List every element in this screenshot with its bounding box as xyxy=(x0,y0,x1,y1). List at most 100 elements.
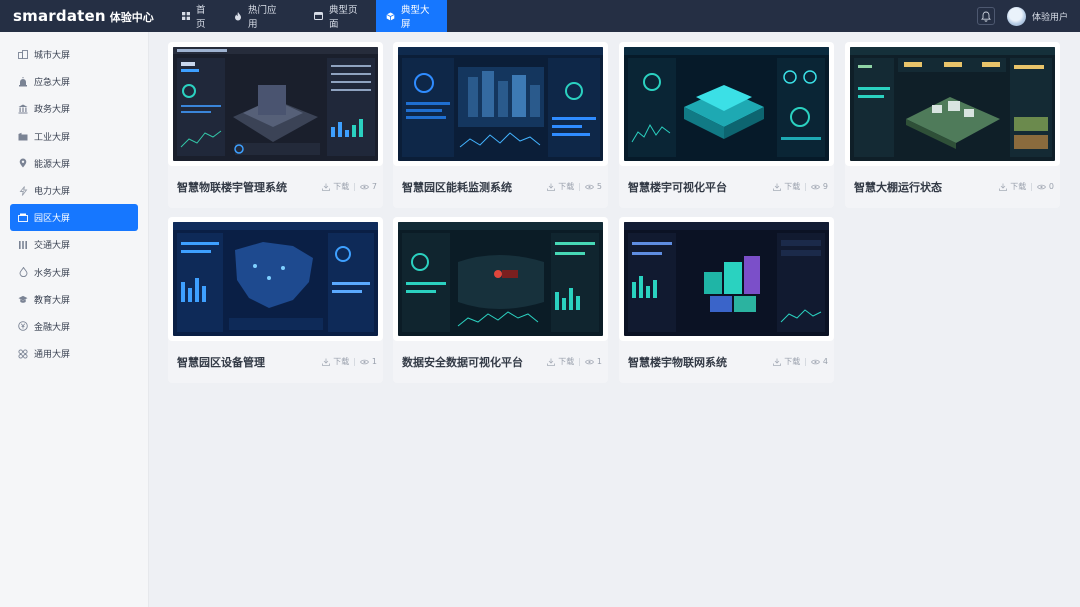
sidebar-item-general[interactable]: 通用大屏 xyxy=(10,340,138,367)
divider: | xyxy=(804,357,807,366)
template-card[interactable]: 智慧楼宇可视化平台 下载 | 9 xyxy=(619,42,834,208)
sidebar-item-park[interactable]: 园区大屏 xyxy=(10,204,138,232)
sidebar-item-government[interactable]: 政务大屏 xyxy=(10,95,138,122)
window-icon xyxy=(314,12,323,20)
download-label[interactable]: 下载 xyxy=(333,181,349,192)
logo[interactable]: smardaten 体验中心 xyxy=(13,7,168,25)
template-card[interactable]: 智慧物联楼宇管理系统 下载 | 7 xyxy=(168,42,383,208)
download-icon[interactable] xyxy=(322,183,331,191)
template-card[interactable]: 智慧楼宇物联网系统 下载 | 4 xyxy=(619,217,834,383)
nav-home[interactable]: 首页 xyxy=(168,0,224,32)
top-navigation-bar: smardaten 体验中心 首页 热门应用 典型页面 典型大屏 体验用户 xyxy=(0,0,1080,32)
dashboard-preview-image xyxy=(624,222,829,336)
download-icon[interactable] xyxy=(547,183,556,191)
view-count: 7 xyxy=(371,182,377,191)
sidebar-item-label: 交通大屏 xyxy=(34,241,71,252)
template-thumbnail[interactable] xyxy=(619,217,834,341)
template-thumbnail[interactable] xyxy=(393,42,608,166)
general-icon xyxy=(18,349,28,359)
template-card[interactable]: 智慧园区能耗监测系统 下载 | 5 xyxy=(393,42,608,208)
logo-brand: smardaten xyxy=(13,7,106,25)
user-area: 体验用户 xyxy=(977,0,1080,32)
view-count: 9 xyxy=(822,182,828,191)
park-icon xyxy=(18,213,28,223)
template-meta: 下载 | 1 xyxy=(322,356,377,367)
dashboard-preview-image xyxy=(398,222,603,336)
sidebar-item-label: 金融大屏 xyxy=(34,322,71,333)
download-icon[interactable] xyxy=(322,358,331,366)
template-thumbnail[interactable] xyxy=(168,42,383,166)
template-title[interactable]: 智慧园区能耗监测系统 xyxy=(402,179,512,195)
nav-typical-screens-label: 典型大屏 xyxy=(401,5,430,30)
download-icon[interactable] xyxy=(999,183,1008,191)
sidebar-item-city[interactable]: 城市大屏 xyxy=(10,41,138,68)
sidebar-item-label: 园区大屏 xyxy=(34,214,71,225)
sidebar-item-label: 教育大屏 xyxy=(34,295,71,306)
download-icon[interactable] xyxy=(547,358,556,366)
sidebar-item-traffic[interactable]: 交通大屏 xyxy=(10,231,138,258)
sidebar-item-power[interactable]: 电力大屏 xyxy=(10,177,138,204)
sidebar-item-industry[interactable]: 工业大屏 xyxy=(10,123,138,150)
template-thumbnail[interactable] xyxy=(619,42,834,166)
template-card[interactable]: 智慧园区设备管理 下载 | 1 xyxy=(168,217,383,383)
logo-subtitle: 体验中心 xyxy=(109,11,154,24)
sidebar-item-label: 城市大屏 xyxy=(34,51,71,62)
template-meta: 下载 | 5 xyxy=(547,181,602,192)
government-icon xyxy=(18,104,28,114)
template-card[interactable]: 数据安全数据可视化平台 下载 | 1 xyxy=(393,217,608,383)
dashboard-preview-image xyxy=(173,47,378,161)
sidebar-item-emergency[interactable]: 应急大屏 xyxy=(10,68,138,95)
divider: | xyxy=(804,182,807,191)
template-thumbnail[interactable] xyxy=(168,217,383,341)
template-card[interactable]: 智慧大棚运行状态 下载 | 0 xyxy=(845,42,1060,208)
template-grid: 智慧物联楼宇管理系统 下载 | 7 智慧园区能耗监测系统 下载 | 5 智慧楼宇… xyxy=(149,32,1080,607)
download-icon[interactable] xyxy=(773,183,782,191)
bell-icon xyxy=(981,11,991,22)
template-thumbnail[interactable] xyxy=(393,217,608,341)
template-thumbnail[interactable] xyxy=(845,42,1060,166)
location-pin-icon xyxy=(18,158,28,168)
nav-typical-pages[interactable]: 典型页面 xyxy=(304,0,376,32)
download-label[interactable]: 下载 xyxy=(333,356,349,367)
sidebar-item-label: 通用大屏 xyxy=(34,350,71,361)
sidebar-item-finance[interactable]: 金融大屏 xyxy=(10,313,138,340)
view-count: 0 xyxy=(1048,182,1054,191)
eye-icon xyxy=(359,359,369,365)
download-label[interactable]: 下载 xyxy=(784,356,800,367)
sidebar-item-label: 工业大屏 xyxy=(34,132,71,143)
sidebar-item-label: 能源大屏 xyxy=(34,159,71,170)
notification-button[interactable] xyxy=(977,7,995,25)
template-title[interactable]: 智慧园区设备管理 xyxy=(177,354,265,370)
sidebar-item-label: 电力大屏 xyxy=(34,187,71,198)
sidebar-item-education[interactable]: 教育大屏 xyxy=(10,286,138,313)
sidebar-item-water[interactable]: 水务大屏 xyxy=(10,259,138,286)
eye-icon xyxy=(810,359,820,365)
template-title[interactable]: 智慧大棚运行状态 xyxy=(854,179,942,195)
nav-home-label: 首页 xyxy=(196,5,206,30)
download-label[interactable]: 下载 xyxy=(784,181,800,192)
nav-typical-pages-label: 典型页面 xyxy=(329,5,358,30)
template-title[interactable]: 数据安全数据可视化平台 xyxy=(402,354,523,370)
divider: | xyxy=(353,357,356,366)
nav-typical-screens[interactable]: 典型大屏 xyxy=(376,0,447,32)
nav-hot-apps[interactable]: 热门应用 xyxy=(224,0,294,32)
cube-icon xyxy=(386,12,395,21)
sidebar-item-label: 水务大屏 xyxy=(34,268,71,279)
download-label[interactable]: 下载 xyxy=(558,181,574,192)
template-title[interactable]: 智慧物联楼宇管理系统 xyxy=(177,179,287,195)
download-label[interactable]: 下载 xyxy=(558,356,574,367)
avatar[interactable] xyxy=(1007,6,1026,26)
template-title[interactable]: 智慧楼宇物联网系统 xyxy=(628,354,727,370)
divider: | xyxy=(578,357,581,366)
sidebar-item-energy[interactable]: 能源大屏 xyxy=(10,150,138,177)
download-icon[interactable] xyxy=(773,358,782,366)
traffic-icon xyxy=(18,240,28,250)
view-count: 1 xyxy=(596,357,602,366)
dashboard-preview-image xyxy=(398,47,603,161)
template-meta: 下载 | 1 xyxy=(547,356,602,367)
template-meta: 下载 | 9 xyxy=(773,181,828,192)
template-title[interactable]: 智慧楼宇可视化平台 xyxy=(628,179,727,195)
template-meta: 下载 | 7 xyxy=(322,181,377,192)
username[interactable]: 体验用户 xyxy=(1032,10,1080,23)
download-label[interactable]: 下载 xyxy=(1010,181,1026,192)
